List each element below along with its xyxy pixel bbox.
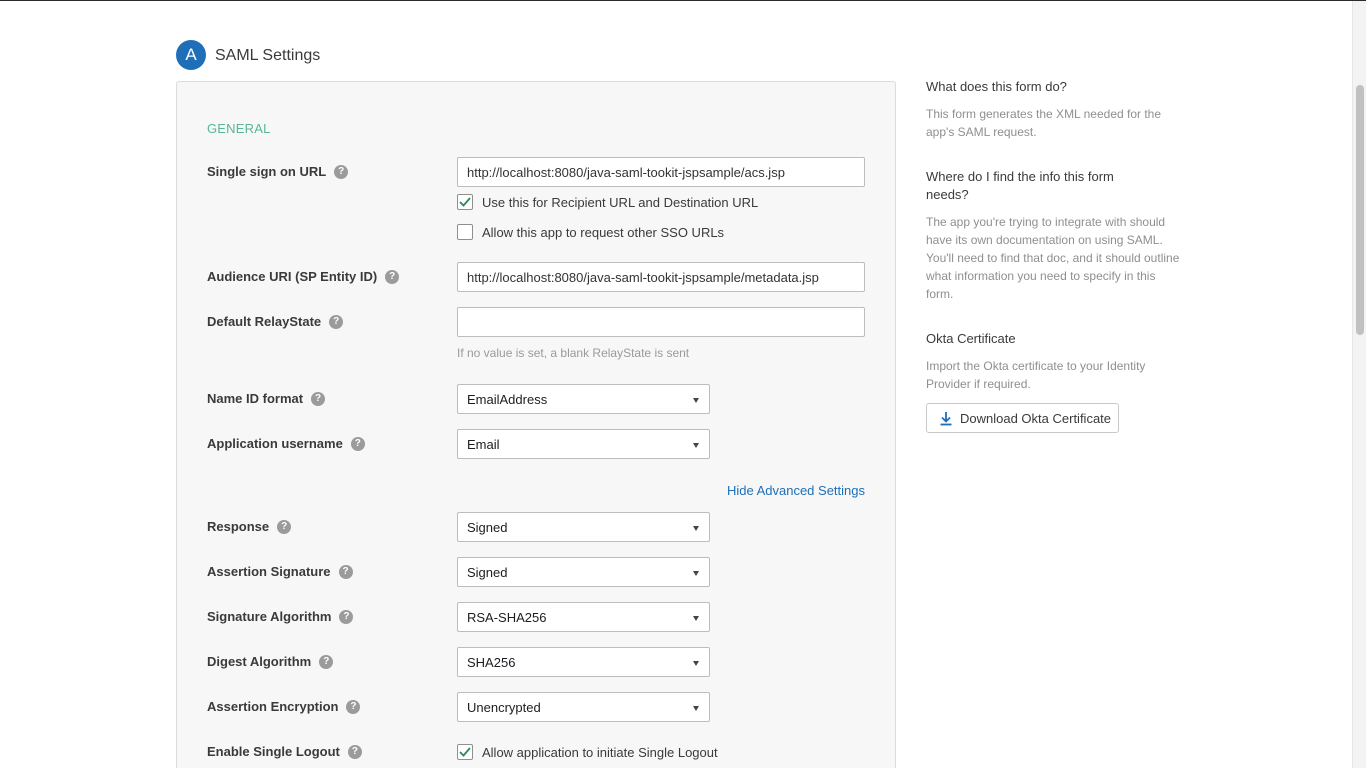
page-title: SAML Settings bbox=[215, 47, 321, 64]
response-label: Response ? bbox=[207, 519, 292, 534]
download-okta-certificate-label: Download Okta Certificate bbox=[960, 410, 1112, 426]
app-username-select[interactable]: Email bbox=[457, 429, 710, 459]
response-select[interactable]: Signed bbox=[457, 512, 710, 542]
name-id-format-value: EmailAddress bbox=[467, 391, 548, 407]
digest-algorithm-label: Digest Algorithm ? bbox=[207, 654, 334, 669]
digest-algorithm-label-text: Digest Algorithm bbox=[207, 654, 312, 669]
single-logout-label: Enable Single Logout ? bbox=[207, 744, 362, 759]
help-icon[interactable]: ? bbox=[339, 609, 354, 624]
relay-state-hint: If no value is set, a blank RelayState i… bbox=[457, 346, 690, 360]
single-logout-label-text: Enable Single Logout bbox=[207, 744, 340, 759]
sidebar-okta-certificate-text: Import the Okta certificate to your Iden… bbox=[926, 359, 1146, 391]
help-icon[interactable]: ? bbox=[334, 164, 349, 179]
single-logout-option-label: Allow application to initiate Single Log… bbox=[482, 744, 718, 760]
signature-algorithm-label: Signature Algorithm ? bbox=[207, 609, 354, 624]
assertion-signature-value: Signed bbox=[467, 564, 508, 580]
app-username-label: Application username ? bbox=[207, 436, 365, 451]
single-logout-checkbox[interactable] bbox=[457, 744, 473, 760]
sso-url-label: Single sign on URL ? bbox=[207, 164, 349, 179]
assertion-signature-label-text: Assertion Signature bbox=[207, 564, 331, 579]
chevron-down-icon bbox=[693, 443, 699, 448]
signature-algorithm-select[interactable]: RSA-SHA256 bbox=[457, 602, 710, 632]
help-icon[interactable]: ? bbox=[311, 391, 326, 406]
sidebar-question-find-info: Where do I find the info this form needs… bbox=[926, 169, 1114, 202]
step-letter: A bbox=[185, 45, 197, 64]
help-icon[interactable]: ? bbox=[347, 744, 362, 759]
chevron-down-icon bbox=[693, 661, 699, 666]
digest-algorithm-value: SHA256 bbox=[467, 654, 516, 670]
help-icon[interactable]: ? bbox=[385, 269, 400, 284]
allow-other-sso-checkbox[interactable] bbox=[457, 224, 473, 240]
name-id-format-label-text: Name ID format bbox=[207, 391, 304, 406]
app-username-label-text: Application username bbox=[207, 436, 343, 451]
sidebar-question-form-purpose: What does this form do? bbox=[926, 79, 1067, 94]
sso-url-input[interactable] bbox=[457, 157, 865, 187]
hide-advanced-settings-link[interactable]: Hide Advanced Settings bbox=[727, 483, 865, 498]
help-icon[interactable]: ? bbox=[338, 564, 353, 579]
chevron-down-icon bbox=[693, 398, 699, 403]
name-id-format-select[interactable]: EmailAddress bbox=[457, 384, 710, 414]
chevron-down-icon bbox=[693, 616, 699, 621]
assertion-encryption-label-text: Assertion Encryption bbox=[207, 699, 339, 714]
signature-algorithm-label-text: Signature Algorithm bbox=[207, 609, 332, 624]
assertion-encryption-value: Unencrypted bbox=[467, 699, 541, 715]
chevron-down-icon bbox=[693, 526, 699, 531]
audience-uri-input[interactable] bbox=[457, 262, 865, 292]
help-icon[interactable]: ? bbox=[350, 436, 365, 451]
sidebar-answer-form-purpose: This form generates the XML needed for t… bbox=[926, 107, 1162, 139]
response-value: Signed bbox=[467, 519, 508, 535]
help-icon[interactable]: ? bbox=[346, 699, 361, 714]
assertion-encryption-select[interactable]: Unencrypted bbox=[457, 692, 710, 722]
use-recipient-option[interactable]: Use this for Recipient URL and Destinati… bbox=[457, 194, 758, 210]
scrollbar-thumb[interactable] bbox=[1356, 85, 1364, 335]
section-title-general: GENERAL bbox=[207, 121, 271, 136]
response-label-text: Response bbox=[207, 519, 270, 534]
single-logout-option[interactable]: Allow application to initiate Single Log… bbox=[457, 744, 718, 760]
app-username-value: Email bbox=[467, 436, 500, 452]
allow-other-sso-option[interactable]: Allow this app to request other SSO URLs bbox=[457, 224, 724, 240]
step-indicator: A bbox=[176, 40, 206, 70]
help-icon[interactable]: ? bbox=[277, 519, 292, 534]
check-icon bbox=[459, 197, 471, 207]
check-icon bbox=[459, 747, 471, 757]
assertion-encryption-label: Assertion Encryption ? bbox=[207, 699, 361, 714]
sidebar-answer-find-info: The app you're trying to integrate with … bbox=[926, 215, 1180, 301]
saml-settings-panel: GENERAL Single sign on URL ? Use this fo… bbox=[176, 81, 896, 768]
chevron-down-icon bbox=[693, 571, 699, 576]
use-recipient-label: Use this for Recipient URL and Destinati… bbox=[482, 194, 759, 210]
relay-state-label: Default RelayState ? bbox=[207, 314, 344, 329]
download-icon bbox=[940, 411, 952, 425]
chevron-down-icon bbox=[693, 706, 699, 711]
name-id-format-label: Name ID format ? bbox=[207, 391, 326, 406]
top-border bbox=[0, 0, 1366, 1]
assertion-signature-label: Assertion Signature ? bbox=[207, 564, 353, 579]
help-icon[interactable]: ? bbox=[329, 314, 344, 329]
signature-algorithm-value: RSA-SHA256 bbox=[467, 609, 547, 625]
allow-other-sso-label: Allow this app to request other SSO URLs bbox=[482, 224, 725, 240]
relay-state-input[interactable] bbox=[457, 307, 865, 337]
page-scrollbar[interactable] bbox=[1352, 1, 1366, 768]
sidebar-okta-certificate-heading: Okta Certificate bbox=[926, 331, 1016, 346]
download-okta-certificate-button[interactable]: Download Okta Certificate bbox=[926, 403, 1119, 433]
help-icon[interactable]: ? bbox=[319, 654, 334, 669]
relay-state-label-text: Default RelayState bbox=[207, 314, 322, 329]
digest-algorithm-select[interactable]: SHA256 bbox=[457, 647, 710, 677]
use-recipient-checkbox[interactable] bbox=[457, 194, 473, 210]
audience-uri-label: Audience URI (SP Entity ID) ? bbox=[207, 269, 400, 284]
audience-uri-label-text: Audience URI (SP Entity ID) bbox=[207, 269, 378, 284]
sso-url-label-text: Single sign on URL bbox=[207, 164, 327, 179]
assertion-signature-select[interactable]: Signed bbox=[457, 557, 710, 587]
